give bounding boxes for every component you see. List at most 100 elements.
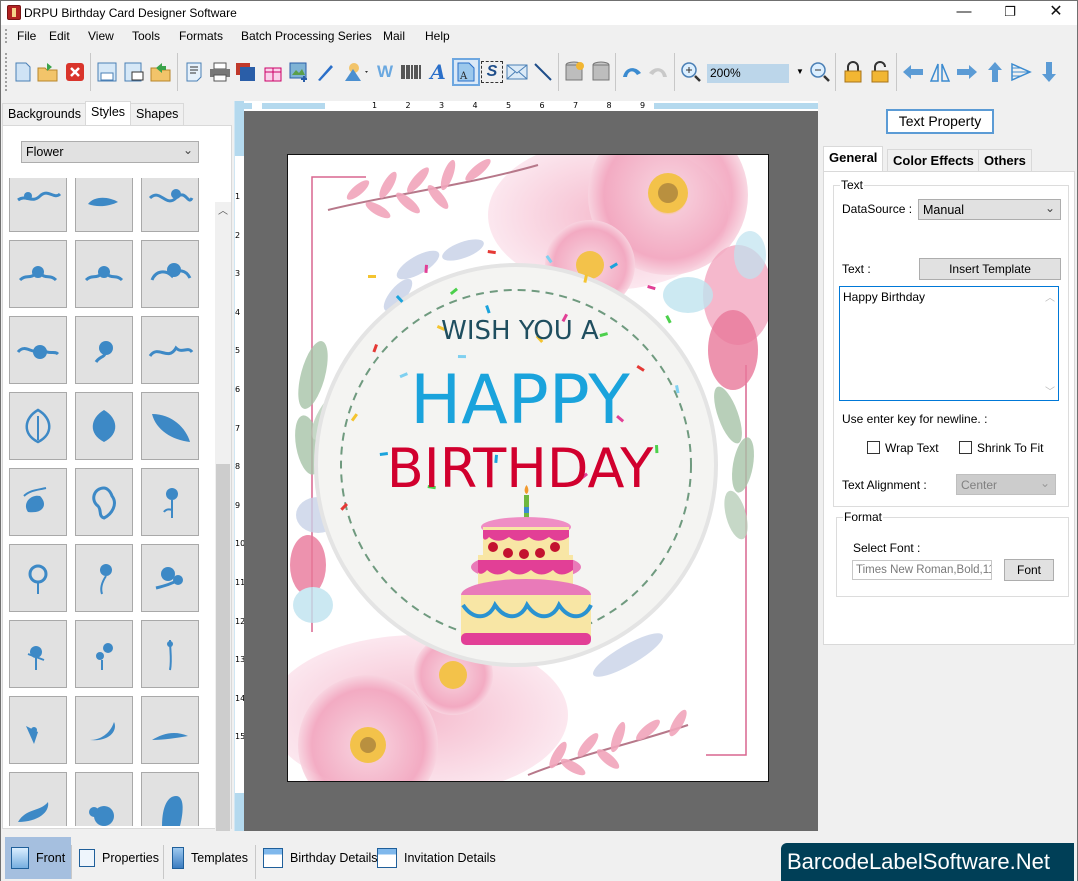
menu-edit[interactable]: Edit	[49, 29, 70, 43]
zoom-dropdown-icon[interactable]: ▼	[796, 67, 804, 76]
layers-icon[interactable]	[235, 61, 257, 83]
text-alignment-select[interactable]: Center ⌄	[956, 474, 1056, 495]
menu-mail[interactable]: Mail	[383, 29, 405, 43]
line-icon[interactable]	[532, 61, 554, 83]
style-shape-item[interactable]	[75, 468, 133, 536]
insert-template-button[interactable]: Insert Template	[919, 258, 1061, 280]
text-property-button[interactable]: Text Property	[886, 109, 994, 134]
watermark-icon[interactable]: W	[374, 61, 396, 83]
undo-icon[interactable]	[621, 61, 643, 83]
style-shape-item[interactable]	[9, 544, 67, 612]
wrap-text-checkbox[interactable]	[867, 441, 880, 454]
save-icon[interactable]	[96, 61, 118, 83]
style-shape-item[interactable]	[9, 772, 67, 826]
unlock-icon[interactable]	[869, 61, 891, 83]
menu-view[interactable]: View	[88, 29, 114, 43]
tab-general[interactable]: General	[823, 146, 884, 171]
menu-batch-processing[interactable]: Batch Processing Series	[241, 29, 372, 43]
shapes-icon[interactable]	[341, 61, 371, 83]
style-shape-item[interactable]	[9, 178, 67, 232]
database-icon[interactable]	[590, 61, 612, 83]
insert-image-icon[interactable]	[288, 61, 310, 83]
text-input[interactable]: Happy Birthday ︿ ﹀	[839, 286, 1059, 401]
style-shape-item[interactable]	[9, 392, 67, 460]
style-shape-item[interactable]	[75, 772, 133, 826]
text-icon[interactable]: A	[427, 60, 449, 84]
restore-button[interactable]: ❐	[987, 1, 1033, 25]
style-shape-item[interactable]	[9, 696, 67, 764]
gift-icon[interactable]	[262, 61, 284, 83]
menu-formats[interactable]: Formats	[179, 29, 223, 43]
birthday-card[interactable]: WISH YOU A HAPPY BIRTHDAY	[287, 154, 769, 782]
style-shape-item[interactable]	[75, 696, 133, 764]
menu-help[interactable]: Help	[425, 29, 450, 43]
bottom-tab-front[interactable]: Front	[5, 837, 72, 879]
tab-styles[interactable]: Styles	[85, 101, 132, 125]
datasource-select[interactable]: Manual ⌄	[918, 199, 1061, 220]
lock-icon[interactable]	[842, 61, 864, 83]
style-shape-item[interactable]	[141, 316, 199, 384]
bottom-tab-birthday-details[interactable]: Birthday Details	[257, 837, 384, 879]
zoom-level-input[interactable]: 200%	[707, 64, 789, 83]
style-shape-item[interactable]	[141, 392, 199, 460]
style-shape-item[interactable]	[141, 620, 199, 688]
redo-icon[interactable]	[647, 61, 669, 83]
zoom-in-icon[interactable]	[680, 61, 702, 83]
style-shape-item[interactable]	[75, 544, 133, 612]
style-shape-item[interactable]	[9, 620, 67, 688]
arrow-right-icon[interactable]	[956, 61, 978, 83]
style-shape-item[interactable]	[75, 178, 133, 232]
save-as-icon[interactable]	[123, 61, 145, 83]
close-window-button[interactable]: ✕	[1033, 1, 1078, 25]
bottom-tab-properties[interactable]: Properties	[73, 837, 165, 879]
tab-shapes[interactable]: Shapes	[130, 103, 185, 125]
menu-file[interactable]: File	[17, 29, 36, 43]
style-category-select[interactable]: Flower ⌄	[21, 141, 199, 163]
pen-icon[interactable]	[314, 61, 336, 83]
zoom-out-icon[interactable]	[809, 61, 831, 83]
signature-icon[interactable]: S	[481, 61, 503, 83]
style-shape-item[interactable]	[75, 392, 133, 460]
style-shape-item[interactable]	[141, 178, 199, 232]
arrow-up-icon[interactable]	[984, 61, 1006, 83]
card-text-happy[interactable]: HAPPY	[410, 361, 630, 440]
minimize-button[interactable]: —	[941, 1, 987, 25]
shrink-to-fit-checkbox[interactable]	[959, 441, 972, 454]
style-shape-item[interactable]	[141, 544, 199, 612]
database-settings-icon[interactable]	[564, 61, 586, 83]
scrollbar-thumb[interactable]	[216, 464, 230, 834]
card-text-wish[interactable]: WISH YOU A	[441, 316, 599, 346]
styles-scrollbar[interactable]: ︿ ﹀	[215, 202, 231, 852]
barcode-icon[interactable]	[400, 61, 422, 83]
tab-color-effects[interactable]: Color Effects	[887, 149, 980, 171]
scroll-up-icon[interactable]: ︿	[215, 202, 231, 218]
bottom-tab-templates[interactable]: Templates	[166, 837, 254, 879]
style-shape-item[interactable]	[9, 240, 67, 308]
arrow-left-icon[interactable]	[902, 61, 924, 83]
mail-icon[interactable]	[506, 61, 528, 83]
style-shape-item[interactable]	[9, 316, 67, 384]
card-text-birthday[interactable]: BIRTHDAY	[387, 437, 655, 500]
close-icon[interactable]	[64, 61, 86, 83]
menu-tools[interactable]: Tools	[132, 29, 160, 43]
style-shape-item[interactable]	[141, 696, 199, 764]
bottom-tab-invitation-details[interactable]: Invitation Details	[371, 837, 502, 879]
style-shape-item[interactable]	[141, 468, 199, 536]
export-icon[interactable]	[150, 61, 172, 83]
tab-backgrounds[interactable]: Backgrounds	[2, 103, 87, 125]
arrow-down-icon[interactable]	[1038, 61, 1060, 83]
style-shape-item[interactable]	[141, 772, 199, 826]
tab-others[interactable]: Others	[978, 149, 1032, 171]
text-input-scrollbar[interactable]: ︿ ﹀	[1042, 287, 1058, 400]
style-shape-item[interactable]	[9, 468, 67, 536]
properties-icon[interactable]	[183, 61, 205, 83]
style-shape-item[interactable]	[141, 240, 199, 308]
style-shape-item[interactable]	[75, 620, 133, 688]
flip-icon[interactable]	[929, 61, 951, 83]
print-icon[interactable]	[209, 61, 231, 83]
new-icon[interactable]	[12, 61, 34, 83]
font-button[interactable]: Font	[1004, 559, 1054, 581]
open-icon[interactable]	[37, 61, 59, 83]
style-shape-item[interactable]	[75, 240, 133, 308]
text-box-icon[interactable]: A	[452, 58, 480, 86]
